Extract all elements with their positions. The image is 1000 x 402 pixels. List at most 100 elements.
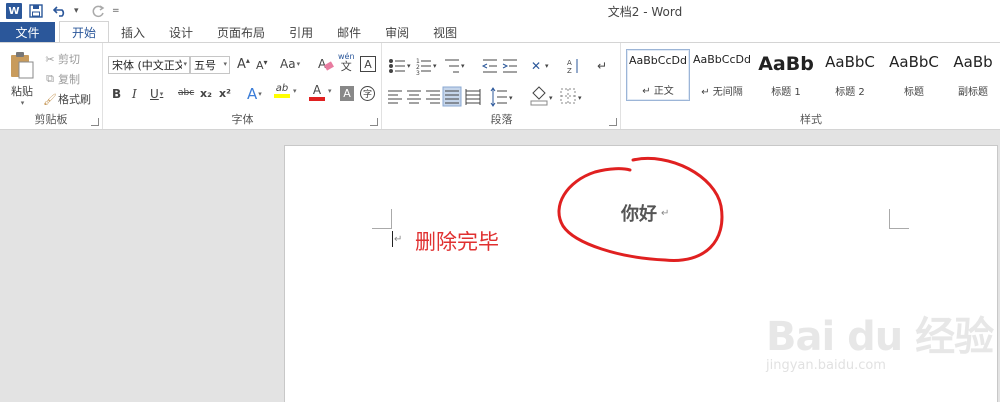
shrink-font-button[interactable]: A ▾ — [256, 58, 268, 72]
align-right-button[interactable] — [424, 85, 443, 107]
style-subtitle[interactable]: AaBb 副标题 — [946, 49, 1000, 101]
title-bar: W ▾ = 文档2 - Word — [0, 0, 1000, 22]
clear-formatting-button[interactable]: A — [318, 56, 334, 72]
font-color-icon: A — [312, 83, 322, 97]
sort-button[interactable] — [563, 53, 583, 77]
align-center-button[interactable] — [405, 85, 424, 107]
highlight-color-bar — [274, 94, 290, 98]
justify-button[interactable] — [443, 85, 462, 107]
bold-button[interactable]: B — [112, 87, 121, 101]
tab-references[interactable]: 引用 — [277, 22, 325, 42]
style-heading-2[interactable]: AaBbC 标题 2 — [818, 49, 882, 101]
word-logo-icon[interactable]: W — [6, 3, 22, 19]
change-case-button[interactable]: Aa ▾ — [280, 57, 300, 71]
tab-file[interactable]: 文件 — [0, 22, 55, 42]
chinese-layout-button[interactable] — [527, 53, 555, 77]
grow-font-button[interactable]: A ▴ — [237, 56, 250, 72]
copy-label: 复制 — [58, 73, 80, 86]
format-painter-button[interactable]: 🖌 格式刷 — [42, 91, 91, 107]
font-color-button[interactable]: A — [309, 83, 325, 101]
superscript-button[interactable]: x² — [219, 87, 231, 100]
phonetic-bottom: 文 — [340, 60, 352, 73]
multilevel-list-button[interactable] — [441, 53, 471, 77]
highlight-button[interactable]: ab — [274, 83, 290, 98]
undo-dropdown-icon[interactable]: ▾ — [74, 6, 84, 16]
distributed-button[interactable] — [463, 85, 483, 107]
style-preview: AaBbCcDd — [629, 54, 687, 67]
tab-mailings[interactable]: 邮件 — [325, 22, 373, 42]
paragraph-group-label: 段落 — [490, 113, 513, 126]
cut-button[interactable]: ✂ 剪切 — [42, 51, 80, 67]
style-preview: AaBbCcDd — [693, 53, 751, 66]
chevron-down-icon: ▾ — [183, 60, 187, 68]
font-size-select[interactable]: 五号 ▾ — [190, 56, 230, 74]
style-preview: AaBbC — [889, 53, 939, 71]
shrink-font-icon: A — [256, 59, 264, 72]
style-name: 标题 — [904, 87, 924, 98]
ribbon: 粘贴 ▾ ✂ 剪切 ⧉ 复制 🖌 格式刷 剪贴板 宋体 (中文正文) ▾ — [0, 42, 1000, 130]
strikethrough-icon: abc — [178, 88, 195, 98]
phonetic-guide-button[interactable]: wén 文 — [338, 53, 355, 73]
tab-view[interactable]: 视图 — [421, 22, 469, 42]
save-icon[interactable] — [26, 2, 46, 20]
tab-insert[interactable]: 插入 — [109, 22, 157, 42]
text-effects-button[interactable]: A ▾ — [247, 85, 262, 103]
bullets-button[interactable] — [383, 53, 413, 77]
highlight-dropdown-icon[interactable]: ▾ — [292, 87, 297, 95]
font-color-bar — [309, 97, 325, 101]
tab-home[interactable]: 开始 — [59, 21, 110, 42]
character-border-button[interactable]: A — [360, 56, 376, 72]
watermark-sub: jingyan.baidu.com — [766, 358, 886, 373]
tab-page-layout[interactable]: 页面布局 — [205, 22, 277, 42]
italic-button[interactable]: I — [132, 87, 137, 101]
borders-button[interactable] — [559, 85, 587, 107]
align-left-button[interactable] — [386, 85, 405, 107]
style-preview: AaBb — [953, 53, 993, 71]
increase-indent-button[interactable] — [501, 53, 523, 77]
style-no-spacing[interactable]: AaBbCcDd ↵ 无间隔 — [690, 49, 754, 101]
copy-button[interactable]: ⧉ 复制 — [42, 71, 80, 87]
character-shading-button[interactable]: A — [340, 86, 354, 101]
change-case-icon: Aa — [280, 57, 296, 71]
clipboard-launcher-icon[interactable] — [91, 118, 99, 126]
shading-button[interactable] — [529, 85, 557, 107]
eraser-icon: A — [318, 57, 334, 71]
font-size-value: 五号 — [194, 59, 216, 72]
style-name: 标题 1 — [771, 87, 801, 98]
customize-qat-icon[interactable]: = — [112, 6, 122, 16]
redo-icon[interactable] — [88, 2, 108, 20]
superscript-icon: x² — [219, 87, 231, 100]
character-border-icon: A — [364, 57, 372, 71]
tab-review[interactable]: 审阅 — [373, 22, 421, 42]
enclose-characters-button[interactable]: 字 — [360, 86, 375, 101]
style-normal[interactable]: AaBbCcDd ↵ 正文 — [626, 49, 690, 101]
font-launcher-icon[interactable] — [370, 118, 378, 126]
paste-button[interactable]: 粘贴 ▾ — [6, 51, 38, 107]
numbering-button[interactable] — [413, 53, 441, 77]
style-name: ↵ 无间隔 — [701, 87, 743, 98]
svg-text:A: A — [318, 57, 327, 71]
style-preview: AaBbC — [825, 53, 875, 71]
style-title[interactable]: AaBbC 标题 — [882, 49, 946, 101]
quick-access-toolbar: W ▾ = — [6, 2, 122, 20]
font-name-select[interactable]: 宋体 (中文正文) ▾ — [108, 56, 190, 74]
paintbrush-icon: 🖌 — [43, 92, 57, 106]
font-color-dropdown-icon[interactable]: ▾ — [327, 87, 332, 95]
font-group: 宋体 (中文正文) ▾ 五号 ▾ A▴ A▾ Aa▾ A wén 文 — [104, 43, 382, 129]
paste-dropdown-icon: ▾ — [20, 99, 25, 107]
paragraph-launcher-icon[interactable] — [609, 118, 617, 126]
window-title: 文档2 - Word — [607, 5, 683, 19]
cut-label: 剪切 — [58, 53, 80, 66]
chevron-down-icon: ▾ — [223, 60, 227, 68]
show-formatting-button[interactable] — [591, 53, 611, 77]
scissors-icon: ✂ — [45, 52, 55, 66]
style-heading-1[interactable]: AaBb 标题 1 — [754, 49, 818, 101]
strikethrough-button[interactable]: abc — [178, 88, 194, 98]
undo-icon[interactable] — [50, 2, 70, 20]
underline-button[interactable]: U ▾ — [150, 87, 163, 101]
subscript-button[interactable]: x₂ — [200, 87, 212, 100]
decrease-indent-button[interactable] — [479, 53, 501, 77]
tab-design[interactable]: 设计 — [157, 22, 205, 42]
paragraph-group: ▾ 123 ▾ ▾ ✕ ▾ AZ ↵ ▾ ▾ ▾ 段落 — [383, 43, 621, 129]
line-spacing-button[interactable] — [489, 85, 517, 107]
